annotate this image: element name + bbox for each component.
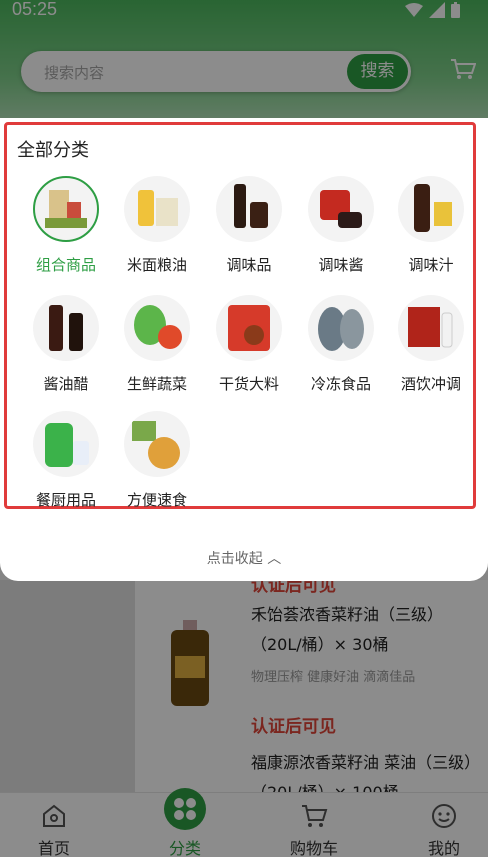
category-label: 酒饮冲调 (400, 375, 461, 393)
category-label: 餐厨用品 (35, 491, 96, 509)
rice-oil-icon (124, 176, 190, 242)
drinks-icon (398, 295, 464, 361)
category-label: 组合商品 (35, 256, 96, 274)
collapse-button[interactable]: 点击收起 ︿ (0, 548, 488, 568)
category-label: 方便速食 (126, 491, 187, 509)
category-item-combo[interactable]: 组合商品 (21, 176, 111, 275)
category-item-seasoning[interactable]: 调味品 (204, 176, 294, 275)
category-item-seasoning-juice[interactable]: 调味汁 (386, 176, 476, 275)
sauce-icon (308, 176, 374, 242)
category-item-vegetables[interactable]: 生鲜蔬菜 (112, 295, 202, 394)
category-item-soy-vinegar[interactable]: 酱油醋 (21, 295, 111, 394)
category-label: 生鲜蔬菜 (126, 375, 187, 393)
seasoning-juice-icon (398, 176, 464, 242)
dry-spices-icon (216, 295, 282, 361)
soy-vinegar-icon (33, 295, 99, 361)
category-item-frozen-food[interactable]: 冷冻食品 (296, 295, 386, 394)
category-item-drinks[interactable]: 酒饮冲调 (386, 295, 476, 394)
category-label: 米面粮油 (126, 256, 187, 274)
category-label: 冷冻食品 (310, 375, 371, 393)
frozen-food-icon (308, 295, 374, 361)
kitchen-supplies-icon (33, 411, 99, 477)
category-item-rice-oil[interactable]: 米面粮油 (112, 176, 202, 275)
combo-goods-icon (33, 176, 99, 242)
category-label: 调味品 (226, 256, 272, 274)
seasoning-icon (216, 176, 282, 242)
panel-title: 全部分类 (17, 140, 89, 161)
category-label: 酱油醋 (43, 375, 89, 393)
category-label: 调味酱 (318, 256, 364, 274)
category-item-kitchen[interactable]: 餐厨用品 (21, 411, 111, 510)
vegetables-icon (124, 295, 190, 361)
category-label: 干货大料 (218, 375, 279, 393)
category-label: 调味汁 (408, 256, 454, 274)
category-item-instant-food[interactable]: 方便速食 (112, 411, 202, 510)
category-item-dry-spices[interactable]: 干货大料 (204, 295, 294, 394)
category-item-sauce[interactable]: 调味酱 (296, 176, 386, 275)
category-panel: 全部分类 组合商品 米面粮油 调味品 调味酱 调味汁 酱油醋 生鲜蔬菜 干货大料… (0, 118, 488, 581)
instant-food-icon (124, 411, 190, 477)
